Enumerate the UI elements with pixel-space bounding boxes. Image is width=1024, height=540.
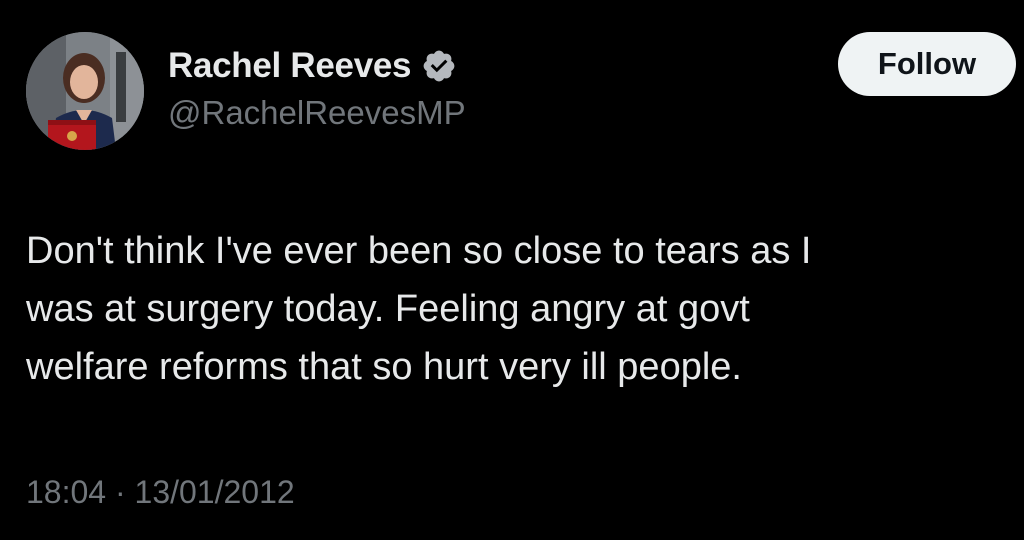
author-name-row: Rachel Reeves [168,44,457,88]
tweet-card: Rachel Reeves @RachelReevesMP Follow Don… [0,0,1024,540]
author-display-name[interactable]: Rachel Reeves [168,46,412,86]
follow-button[interactable]: Follow [838,32,1016,96]
author-avatar[interactable] [26,32,144,150]
author-handle[interactable]: @RachelReevesMP [168,94,466,132]
tweet-timestamp[interactable]: 18:04 · 13/01/2012 [26,474,295,511]
profile-photo-icon [26,32,144,150]
verified-badge-icon[interactable] [421,48,457,84]
tweet-text: Don't think I've ever been so close to t… [26,230,812,388]
